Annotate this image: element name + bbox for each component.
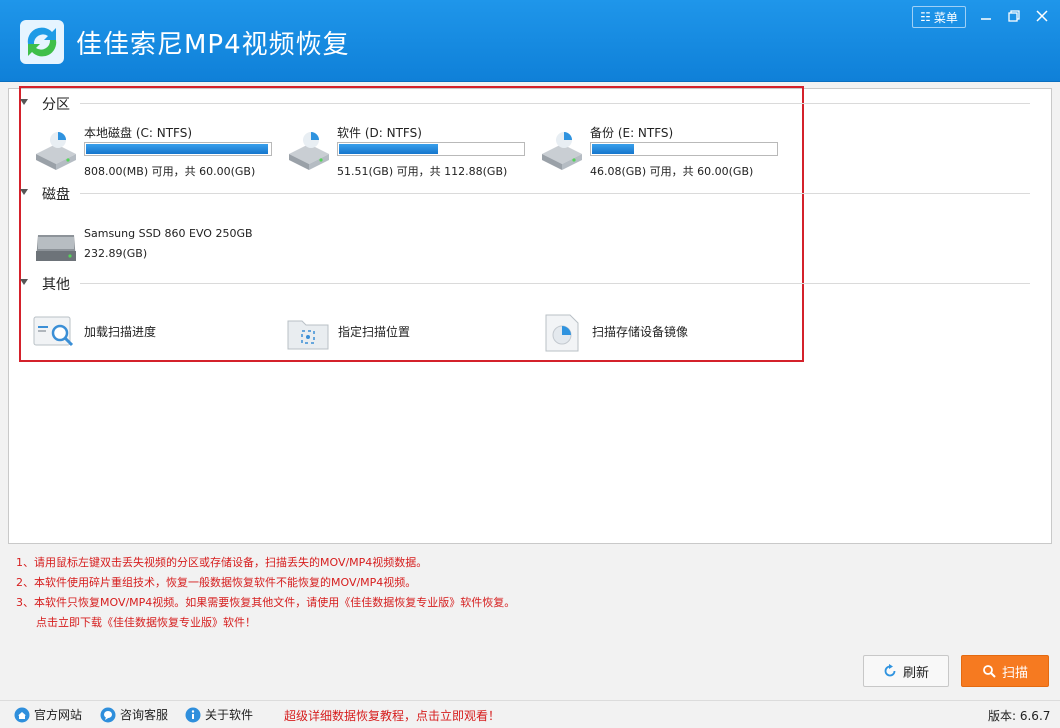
usage-bar	[337, 142, 525, 156]
collapse-arrow-icon[interactable]	[20, 279, 28, 285]
option-label: 指定扫描位置	[338, 325, 411, 339]
minimize-button[interactable]	[976, 6, 996, 26]
download-link[interactable]: 点击立即下载《佳佳数据恢复专业版》软件！	[16, 613, 515, 633]
usage-bar-fill	[339, 144, 439, 154]
menu-button[interactable]: ☷ 菜单	[912, 6, 966, 28]
minimize-icon	[981, 18, 991, 20]
disk-image-icon	[545, 314, 579, 352]
note-line: 1、请用鼠标左键双击丢失视频的分区或存储设备，扫描丢失的MOV/MP4视频数据。	[16, 556, 428, 569]
restore-button[interactable]	[1004, 6, 1024, 26]
refresh-button[interactable]: 刷新	[863, 655, 949, 687]
usage-bar	[590, 142, 778, 156]
load-progress-icon	[33, 316, 74, 347]
search-icon	[983, 665, 996, 678]
partition-size: 46.08(GB) 可用，共 60.00(GB)	[590, 165, 754, 178]
close-button[interactable]	[1032, 6, 1052, 26]
partition-name: 软件 (D: NTFS)	[337, 126, 422, 140]
section-others[interactable]: 其他	[20, 274, 1030, 294]
app-logo-icon	[20, 20, 64, 64]
hard-drive-icon	[36, 132, 76, 170]
section-partitions[interactable]: 分区	[20, 94, 1030, 114]
scan-device-image[interactable]: 扫描存储设备镜像	[540, 313, 760, 353]
section-divider	[80, 193, 1030, 194]
option-label: 扫描存储设备镜像	[592, 325, 689, 339]
disk-item-samsung[interactable]: Samsung SSD 860 EVO 250GB 232.89(GB)	[32, 225, 272, 281]
partition-name: 备份 (E: NTFS)	[590, 126, 674, 140]
section-divider	[80, 103, 1030, 104]
website-label: 官方网站	[34, 708, 83, 722]
section-title: 磁盘	[42, 187, 70, 203]
instructions: 1、请用鼠标左键双击丢失视频的分区或存储设备，扫描丢失的MOV/MP4视频数据。…	[16, 553, 515, 633]
title-bar: 佳佳索尼MP4视频恢复 ☷ 菜单	[0, 0, 1060, 82]
partition-item-d[interactable]: 软件 (D: NTFS) 51.51(GB) 可用，共 112.88(GB)	[285, 124, 525, 180]
chat-icon	[100, 707, 116, 722]
scan-label: 扫描	[1001, 665, 1028, 681]
app-title: 佳佳索尼MP4视频恢复	[76, 30, 350, 60]
note-line: 3、本软件只恢复MOV/MP4视频。如果需要恢复其他文件，请使用《佳佳数据恢复专…	[16, 596, 516, 609]
restore-icon	[1008, 10, 1020, 22]
load-scan-progress[interactable]: 加载扫描进度	[32, 313, 232, 353]
folder-target-icon	[287, 320, 329, 350]
menu-label: 菜单	[933, 10, 958, 25]
collapse-arrow-icon[interactable]	[20, 189, 28, 195]
partition-size: 808.00(MB) 可用，共 60.00(GB)	[84, 165, 256, 178]
hard-drive-icon	[542, 132, 582, 170]
partition-item-c[interactable]: 本地磁盘 (C: NTFS) 808.00(MB) 可用，共 60.00(GB)	[32, 124, 272, 180]
partition-name: 本地磁盘 (C: NTFS)	[84, 126, 193, 140]
about-label: 关于软件	[205, 708, 254, 722]
hard-drive-icon	[289, 132, 329, 170]
scan-button[interactable]: 扫描	[961, 655, 1049, 687]
partition-size: 51.51(GB) 可用，共 112.88(GB)	[337, 165, 508, 178]
ssd-icon	[36, 235, 76, 261]
set-scan-location[interactable]: 指定扫描位置	[286, 313, 486, 353]
refresh-icon	[884, 664, 896, 677]
official-website-link[interactable]: 官方网站	[14, 706, 82, 723]
grid-icon: ☷	[920, 10, 931, 24]
home-icon	[14, 707, 30, 722]
disk-name: Samsung SSD 860 EVO 250GB	[84, 227, 253, 240]
refresh-label: 刷新	[902, 665, 929, 681]
tutorial-promo-link[interactable]: 超级详细数据恢复教程，点击立即观看！	[284, 707, 500, 724]
footer-bar: 官方网站 咨询客服 关于软件 超级详细数据恢复教程，点击立即观看！ 版本: 6.…	[0, 700, 1060, 728]
section-title: 分区	[42, 97, 70, 113]
note-line: 2、本软件使用碎片重组技术，恢复一般数据恢复软件不能恢复的MOV/MP4视频。	[16, 576, 417, 589]
section-title: 其他	[42, 277, 70, 293]
partition-item-e[interactable]: 备份 (E: NTFS) 46.08(GB) 可用，共 60.00(GB)	[538, 124, 778, 180]
usage-bar	[84, 142, 272, 156]
support-label: 咨询客服	[120, 708, 169, 722]
about-software-link[interactable]: 关于软件	[185, 706, 253, 723]
info-icon	[185, 707, 201, 722]
option-label: 加载扫描进度	[84, 325, 157, 339]
collapse-arrow-icon[interactable]	[20, 99, 28, 105]
version-label: 版本: 6.6.7	[988, 709, 1051, 723]
usage-bar-fill	[592, 144, 635, 154]
usage-bar-fill	[86, 144, 269, 154]
close-icon	[1036, 10, 1048, 22]
section-divider	[80, 283, 1030, 284]
customer-service-link[interactable]: 咨询客服	[100, 706, 168, 723]
section-disks[interactable]: 磁盘	[20, 184, 1030, 204]
disk-size: 232.89(GB)	[84, 247, 148, 260]
